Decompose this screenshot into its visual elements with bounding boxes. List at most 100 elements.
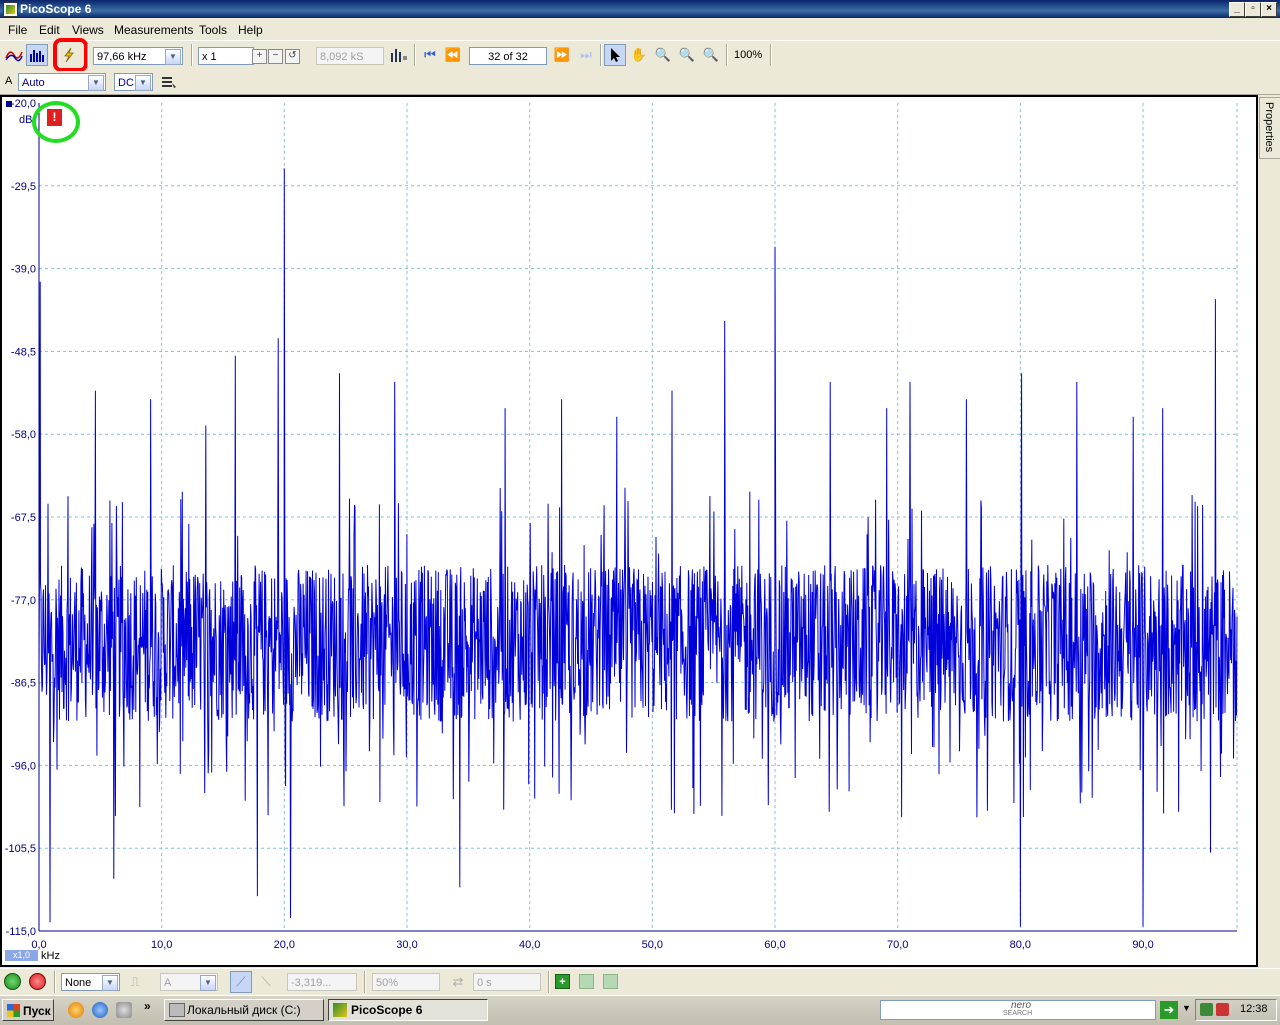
chevron-down-icon[interactable]: ▼	[165, 49, 181, 65]
scope-mode-icon[interactable]	[3, 44, 25, 66]
trigger-mode-select[interactable]: None ▼	[61, 973, 120, 991]
channel-options-icon[interactable]	[158, 71, 180, 93]
pointer-tool-icon[interactable]	[604, 44, 626, 66]
menu-edit[interactable]: Edit	[39, 23, 60, 37]
zoom-plus-button[interactable]: +	[252, 49, 267, 64]
toolbar-separator	[548, 971, 550, 993]
falling-edge-icon[interactable]: ⟍	[255, 971, 277, 993]
last-buffer-icon[interactable]: ⏭	[575, 44, 597, 66]
pre-trigger-field[interactable]: 50%	[372, 973, 440, 991]
spectrum-view[interactable]: -20,0 -29,5 -39,0 -48,5 -58,0 -67,5 -77,0 -86,5…	[2, 97, 1256, 965]
search-go-icon[interactable]: ➜	[1160, 1001, 1178, 1019]
rising-edge-icon[interactable]: ⟋	[230, 971, 252, 993]
zoom-out-icon[interactable]: 🔍	[700, 44, 722, 66]
properties-tab[interactable]: Properties	[1259, 97, 1280, 159]
pre-trigger-value: 50%	[376, 977, 399, 989]
menu-views[interactable]: Views	[72, 23, 104, 37]
first-buffer-icon[interactable]: ⏮	[419, 44, 441, 66]
ie-quicklaunch-icon[interactable]	[92, 1002, 108, 1018]
spectrum-chart[interactable]: -20,0 -29,5 -39,0 -48,5 -58,0 -67,5 -77,0 -86,5…	[2, 97, 1256, 965]
trigger-delay-value: 0 s	[477, 977, 492, 989]
menu-help[interactable]: Help	[238, 23, 263, 37]
start-button[interactable]: Пуск	[2, 999, 54, 1021]
taskbar-item-label: PicoScope 6	[351, 1003, 423, 1017]
taskbar-item-picoscope[interactable]: PicoScope 6	[328, 999, 488, 1021]
buffer-navigation-field[interactable]: 32 of 32	[469, 47, 547, 65]
spectrum-mode-icon[interactable]	[26, 44, 48, 66]
menu-tools[interactable]: Tools	[199, 23, 227, 37]
toolbar-separator	[364, 971, 366, 993]
trigger-edge-icon[interactable]: ⎍	[124, 971, 146, 993]
firefox-quicklaunch-icon[interactable]	[68, 1002, 84, 1018]
trigger-level-field[interactable]: -3,319...	[287, 973, 357, 991]
multiplier-value: x 1	[202, 51, 217, 63]
menu-measurements[interactable]: Measurements	[114, 23, 193, 37]
chevron-down-icon[interactable]: ▼	[200, 975, 216, 991]
x-unit-label: kHz	[41, 950, 60, 962]
main-toolbar: 97,66 kHz ▼ x 1 + − ↺ 8,092 kS ⏮ ⏪ 32 of…	[0, 38, 1280, 72]
security-tray-icon[interactable]	[1216, 1003, 1229, 1016]
coupling-value: DC	[118, 77, 134, 89]
trigger-mode-value: None	[65, 977, 92, 989]
x-tick-label: 40,0	[519, 939, 540, 951]
toolbar-separator	[54, 971, 56, 993]
range-value: Auto	[22, 77, 45, 89]
nero-search-box[interactable]: nero SEARCH	[880, 1000, 1156, 1020]
toolbar-separator	[600, 44, 602, 66]
x-tick-label: 30,0	[396, 939, 417, 951]
undo-zoom-button[interactable]: ↺	[285, 49, 300, 64]
y-tick-label: -39,0	[11, 264, 36, 276]
add-measurement-icon[interactable]: +	[555, 974, 570, 989]
multiplier-field[interactable]: x 1	[198, 47, 254, 65]
y-tick-label: -48,5	[11, 346, 36, 358]
samples-field[interactable]: 8,092 kS	[316, 47, 384, 65]
zoom-in-icon[interactable]: 🔍	[676, 44, 698, 66]
delete-measurement-icon[interactable]	[603, 974, 618, 989]
trigger-channel-value: A	[164, 977, 172, 989]
x-tick-label: 10,0	[151, 939, 172, 951]
close-button[interactable]: ×	[1261, 2, 1277, 17]
zoom-tool-icon[interactable]: 🔍	[652, 44, 674, 66]
chevron-down-icon[interactable]: ▼	[1182, 1003, 1191, 1013]
y-tick-label: -20,0	[11, 98, 36, 110]
x-tick-label: 60,0	[764, 939, 785, 951]
zoom-minus-button[interactable]: −	[268, 49, 283, 64]
y-tick-label: -105,5	[5, 843, 36, 855]
range-select[interactable]: Auto ▼	[18, 73, 106, 91]
taskbar-item-local-disk[interactable]: Локальный диск (C:)	[164, 999, 324, 1021]
start-capture-button[interactable]	[4, 973, 21, 990]
chevron-down-icon[interactable]: ▼	[102, 975, 118, 991]
trigger-channel-select[interactable]: A ▼	[160, 973, 218, 991]
next-buffer-icon[interactable]: ⏩	[551, 44, 573, 66]
stop-capture-button[interactable]	[29, 973, 46, 990]
frequency-select[interactable]: 97,66 kHz ▼	[93, 47, 183, 65]
hand-tool-icon[interactable]: ✋	[628, 44, 650, 66]
maximize-button[interactable]: ▫	[1245, 2, 1261, 17]
chevron-right-icon[interactable]: »	[144, 999, 151, 1013]
previous-buffer-icon[interactable]: ⏪	[442, 44, 464, 66]
taskbar-item-label: Локальный диск (C:)	[187, 1003, 301, 1017]
x-scale-badge[interactable]: x1,0	[5, 950, 38, 961]
trigger-delay-field[interactable]: 0 s	[473, 973, 541, 991]
samples-value: 8,092 kS	[320, 51, 364, 63]
nero-search-label: SEARCH	[1003, 1010, 1033, 1017]
chevron-down-icon[interactable]: ▼	[88, 75, 104, 91]
resolution-enhance-icon[interactable]	[388, 44, 410, 66]
toolbar-separator	[770, 44, 772, 66]
start-label: Пуск	[23, 1004, 51, 1018]
post-trigger-icon[interactable]: ⇄	[447, 971, 469, 993]
edit-measurement-icon[interactable]	[579, 974, 594, 989]
title-bar: PicoScope 6 _ ▫ ×	[0, 0, 1280, 18]
red-highlight-annotation	[53, 38, 88, 72]
properties-tab-label: Properties	[1263, 102, 1275, 153]
chevron-down-icon[interactable]: ▼	[135, 75, 151, 91]
toolbar-separator	[414, 44, 416, 66]
tool-quicklaunch-icon[interactable]	[116, 1002, 132, 1018]
network-tray-icon[interactable]	[1200, 1003, 1213, 1016]
menu-file[interactable]: File	[8, 23, 27, 37]
y-tick-label: -29,5	[11, 181, 36, 193]
minimize-button[interactable]: _	[1229, 2, 1245, 17]
zoom-level[interactable]: 100%	[734, 49, 762, 61]
y-tick-label: -58,0	[11, 429, 36, 441]
coupling-select[interactable]: DC ▼	[114, 73, 153, 91]
